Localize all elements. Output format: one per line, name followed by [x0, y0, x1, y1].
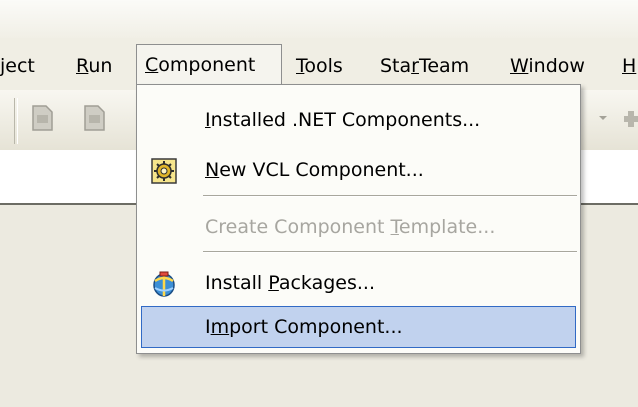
menu-component[interactable]: Component: [136, 44, 282, 85]
menu-separator: [203, 195, 577, 197]
menu-project[interactable]: ject: [0, 52, 35, 80]
menu-item-import-component[interactable]: Import Component...: [141, 306, 576, 348]
add-icon[interactable]: [622, 103, 638, 133]
component-menu-dropdown: Installed .NET Components... New VCL Com…: [136, 84, 581, 354]
package-icon: [151, 270, 177, 297]
menu-starteam[interactable]: StarTeam: [380, 52, 469, 80]
disabled-doc-icon[interactable]: [28, 103, 56, 133]
menu-separator: [203, 251, 577, 253]
menu-item-new-vcl-component[interactable]: New VCL Component...: [141, 149, 576, 191]
menu-run[interactable]: Run: [76, 52, 112, 80]
title-bar: [0, 0, 638, 38]
menu-window[interactable]: Window: [510, 52, 585, 80]
menu-tools[interactable]: Tools: [296, 52, 343, 80]
toolbar-separator: [14, 98, 18, 144]
menu-help[interactable]: H: [622, 52, 636, 80]
gear-component-icon: [151, 157, 177, 184]
menu-item-create-component-template: Create Component Template...: [205, 216, 496, 238]
menu-item-install-packages[interactable]: Install Packages...: [141, 262, 576, 304]
disabled-doc-icon-2[interactable]: [80, 103, 108, 133]
dropdown-arrow-icon[interactable]: [596, 108, 610, 138]
menu-item-installed-net-components[interactable]: Installed .NET Components...: [141, 99, 576, 141]
